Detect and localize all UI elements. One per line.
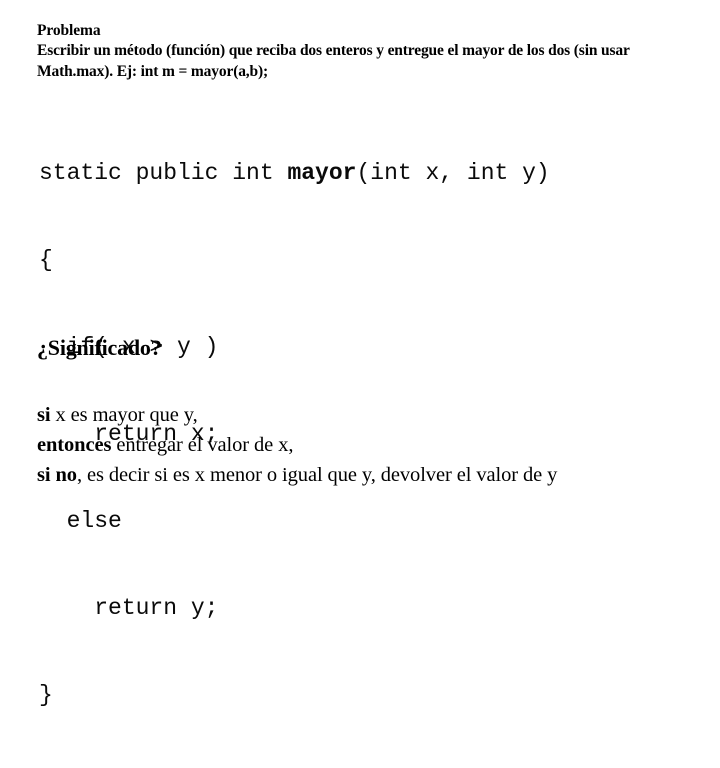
code-function-name: mayor bbox=[287, 160, 357, 186]
code-line-return-y: return y; bbox=[39, 595, 219, 621]
explanation-line-entonces: entonces entregar el valor de x, bbox=[37, 430, 697, 460]
code-line-open-brace: { bbox=[39, 247, 53, 273]
significado-heading: ¿Significado? bbox=[37, 335, 162, 360]
explanation-keyword-si: si bbox=[37, 404, 51, 426]
code-signature-suffix: (int x, int y) bbox=[356, 160, 550, 186]
problem-statement-block: Problema Escribir un método (función) qu… bbox=[37, 21, 697, 82]
code-signature-prefix: static public int bbox=[39, 160, 288, 186]
problem-description: Escribir un método (función) que reciba … bbox=[37, 42, 630, 80]
explanation-text-si: x es mayor que y, bbox=[50, 404, 198, 426]
explanation-text-si-no: , es decir si es x menor o igual que y, … bbox=[76, 464, 558, 486]
explanation-block: si x es mayor que y, entonces entregar e… bbox=[37, 400, 697, 490]
explanation-keyword-si-no: si no bbox=[37, 464, 77, 486]
explanation-line-si: si x es mayor que y, bbox=[37, 400, 697, 430]
explanation-keyword-entonces: entonces bbox=[37, 434, 112, 456]
explanation-text-entonces: entregar el valor de x, bbox=[111, 434, 294, 456]
code-line-close-brace: } bbox=[39, 682, 53, 708]
code-line-signature: static public int mayor(int x, int y) bbox=[39, 159, 550, 188]
explanation-line-si-no: si no, es decir si es x menor o igual qu… bbox=[37, 460, 697, 490]
code-line-else: else bbox=[39, 508, 122, 534]
slide-canvas: Problema Escribir un método (función) qu… bbox=[0, 0, 720, 708]
problem-heading: Problema bbox=[37, 22, 101, 39]
